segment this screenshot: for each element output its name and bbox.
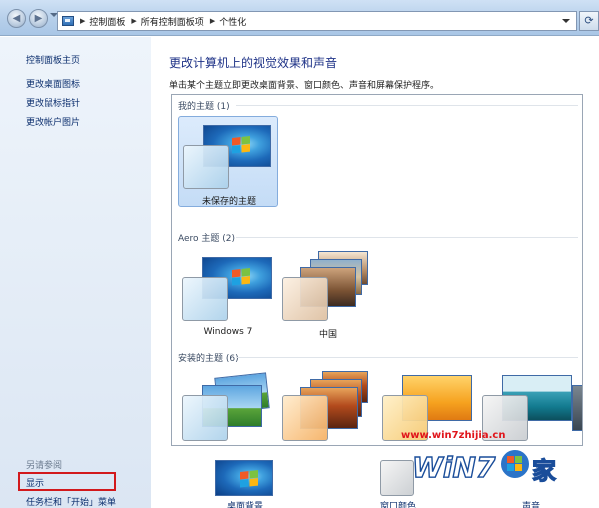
control-panel-icon bbox=[62, 16, 74, 26]
window-color-swatch bbox=[282, 395, 328, 441]
logo-flag-icon bbox=[507, 456, 514, 463]
breadcrumb-separator-icon[interactable]: ▶ bbox=[131, 17, 136, 25]
wallpaper-thumbnail bbox=[215, 460, 273, 496]
sidebar-link-taskbar-start-menu[interactable]: 任务栏和「开始」菜单 bbox=[26, 495, 116, 508]
page-title: 更改计算机上的视觉效果和声音 bbox=[169, 56, 338, 70]
sounds-link[interactable]: 声音 bbox=[522, 499, 540, 508]
group-divider bbox=[236, 237, 578, 238]
window-color-swatch bbox=[282, 277, 328, 321]
group-label-installed-themes: 安装的主题 (6) bbox=[178, 354, 239, 364]
theme-name: Windows 7 bbox=[203, 327, 253, 337]
see-also-heading: 另请参阅 bbox=[26, 461, 63, 471]
theme-name: 中国 bbox=[318, 330, 337, 340]
forward-arrow-icon: ▶ bbox=[34, 13, 43, 24]
back-arrow-icon: ◀ bbox=[12, 13, 21, 24]
group-divider bbox=[236, 357, 578, 358]
main-content: 更改计算机上的视觉效果和声音 单击某个主题立即更改桌面背景、窗口颜色、声音和屏幕… bbox=[151, 37, 599, 508]
group-divider bbox=[236, 105, 578, 106]
wallpaper-icon[interactable] bbox=[215, 460, 273, 496]
group-label-my-themes: 我的主题 (1) bbox=[178, 102, 230, 112]
window-color-link[interactable]: 窗口颜色 bbox=[380, 499, 416, 508]
refresh-button[interactable]: ⟳ bbox=[579, 11, 599, 31]
sidebar-link-mouse-pointers[interactable]: 更改鼠标指针 bbox=[26, 96, 80, 109]
refresh-icon: ⟳ bbox=[584, 14, 594, 27]
window-color-swatch bbox=[183, 145, 229, 189]
theme-windows-7[interactable]: Windows 7 bbox=[178, 251, 278, 343]
logo-flag-icon bbox=[507, 464, 514, 471]
page-description: 单击某个主题立即更改桌面背景、窗口颜色、声音和屏幕保护程序。 bbox=[169, 81, 440, 91]
window-color-icon[interactable] bbox=[380, 460, 414, 496]
breadcrumb-personalization[interactable]: 个性化 bbox=[219, 15, 246, 28]
breadcrumb-separator-icon[interactable]: ▶ bbox=[210, 17, 215, 25]
group-label-aero-themes: Aero 主题 (2) bbox=[178, 234, 236, 244]
breadcrumb-all-items[interactable]: 所有控制面板项 bbox=[141, 15, 204, 28]
logo-text: WiN7 bbox=[412, 451, 496, 484]
navigation-bar: ◀ ▶ ▶ 控制面板 ▶ 所有控制面板项 ▶ 个性化 ⟳ bbox=[0, 0, 599, 36]
breadcrumb-separator-icon[interactable]: ▶ bbox=[80, 17, 85, 25]
theme-name: 未保存的主题 bbox=[201, 197, 256, 207]
theme-china[interactable]: 中国 bbox=[278, 251, 378, 343]
breadcrumb-control-panel[interactable]: 控制面板 bbox=[89, 15, 125, 28]
theme-installed-2[interactable] bbox=[278, 371, 378, 445]
theme-installed-1[interactable] bbox=[178, 371, 278, 445]
window-color-swatch bbox=[182, 395, 228, 441]
logo-flag-icon bbox=[515, 456, 522, 463]
sidebar-link-control-panel-home[interactable]: 控制面板主页 bbox=[26, 53, 80, 66]
address-bar[interactable]: ▶ 控制面板 ▶ 所有控制面板项 ▶ 个性化 bbox=[57, 11, 577, 31]
logo-char: 家 bbox=[532, 457, 556, 485]
theme-unsaved[interactable]: 未保存的主题 bbox=[178, 116, 278, 207]
desktop-background-link[interactable]: 桌面背景 bbox=[227, 499, 263, 508]
sidebar: 控制面板主页 更改桌面图标 更改鼠标指针 更改帐户图片 另请参阅 显示 任务栏和… bbox=[0, 37, 151, 508]
forward-button[interactable]: ▶ bbox=[29, 9, 48, 28]
logo-flag-icon bbox=[515, 464, 522, 471]
sidebar-link-account-picture[interactable]: 更改帐户图片 bbox=[26, 115, 80, 128]
address-dropdown-icon[interactable] bbox=[562, 19, 570, 23]
watermark-url: www.win7zhijia.cn bbox=[401, 430, 506, 441]
wallpaper-thumbnail bbox=[572, 385, 582, 431]
window-color-swatch bbox=[182, 277, 228, 321]
theme-list[interactable]: 我的主题 (1) 未保存的主题 Aero 主题 (2) Windows 7 中国… bbox=[171, 94, 583, 446]
sidebar-link-desktop-icons[interactable]: 更改桌面图标 bbox=[26, 77, 80, 90]
watermark-logo: WiN7 家 bbox=[411, 448, 557, 486]
back-button[interactable]: ◀ bbox=[7, 9, 26, 28]
sidebar-link-display[interactable]: 显示 bbox=[26, 476, 44, 489]
